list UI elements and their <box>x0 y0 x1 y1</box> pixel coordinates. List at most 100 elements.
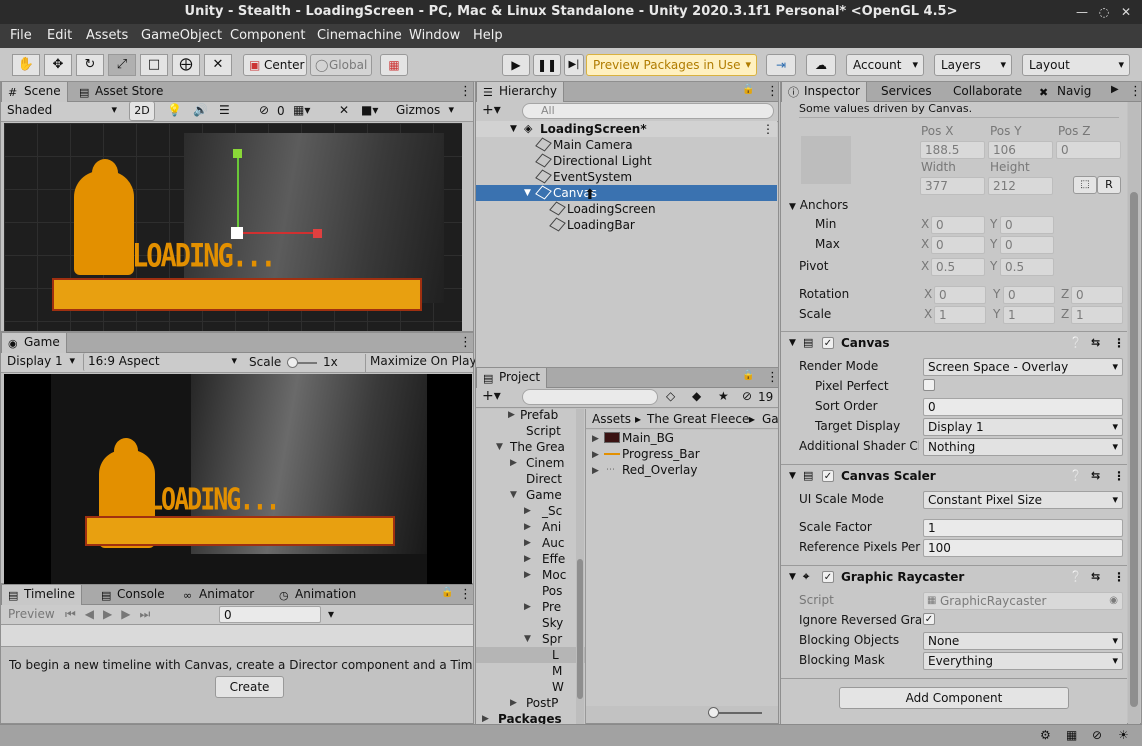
scene-row-menu-icon[interactable]: ⋮ <box>762 121 774 137</box>
ignore-reversed-checkbox[interactable]: ✓ <box>923 613 935 625</box>
folder-pos[interactable]: Pos <box>524 583 562 599</box>
reference-ppu-field[interactable]: 100 <box>923 539 1123 557</box>
breadcrumb-the-great-fleece[interactable]: The Great Fleece <box>647 409 749 428</box>
scale-slider-thumb[interactable] <box>287 357 298 368</box>
asset-red-overlay[interactable]: ▶ ⋯ Red_Overlay <box>592 462 697 478</box>
folder-cinem[interactable]: ▶ Cinem <box>510 455 564 471</box>
presets-icon[interactable]: ⇆ <box>1091 566 1100 588</box>
target-display-dropdown[interactable]: Display 1 <box>923 418 1123 436</box>
anchor-min-x-field[interactable]: 0 <box>931 216 985 234</box>
tab-console[interactable]: ▤ Console <box>95 585 171 605</box>
icon-size-slider-thumb[interactable] <box>708 707 719 718</box>
script-field[interactable]: ▦ GraphicRaycaster ◉ <box>923 592 1123 610</box>
canvas-scaler-enabled-checkbox[interactable]: ✓ <box>822 470 834 482</box>
lock-icon[interactable]: 🔒 <box>441 587 453 598</box>
folder-m[interactable]: M <box>552 663 562 679</box>
y-axis-cap[interactable] <box>233 149 242 158</box>
center-handle[interactable] <box>231 227 243 239</box>
rotation-z-field[interactable]: 0 <box>1071 286 1123 304</box>
sort-order-field[interactable]: 0 <box>923 398 1123 416</box>
canvas-scaler-header[interactable]: ▼ ▤ ✓ Canvas Scaler ❔ ⇆ ⋮ <box>781 464 1127 486</box>
close-icon[interactable]: ✕ <box>1114 0 1138 24</box>
folder-sc[interactable]: ▶ _Sc <box>524 503 562 519</box>
object-picker-icon[interactable]: ◉ <box>1109 593 1118 609</box>
tab-scene[interactable]: # Scene <box>1 82 68 102</box>
foldout-icon[interactable]: ▼ <box>789 465 796 487</box>
breadcrumb-assets[interactable]: Assets <box>592 409 631 428</box>
help-icon[interactable]: ❔ <box>1069 332 1083 354</box>
gizmos-dropdown[interactable]: Gizmos <box>392 102 458 120</box>
tab-collaborate[interactable]: Collaborate <box>931 82 1028 102</box>
create-button[interactable]: Create <box>215 676 284 698</box>
anchor-max-y-field[interactable]: 0 <box>1000 236 1054 254</box>
folder-prefab[interactable]: ▶ Prefab <box>508 409 558 423</box>
scene-menu-icon[interactable]: ⋮ <box>459 82 472 101</box>
tab-project[interactable]: ▤ Project <box>476 368 548 388</box>
transport-controls[interactable]: ⏮◀▶▶⏭ <box>65 607 159 622</box>
scale-x-field[interactable]: 1 <box>934 306 986 324</box>
restore-icon[interactable]: ◌ <box>1092 0 1116 24</box>
hierarchy-item-canvas[interactable]: ▼ Canvas <box>476 185 777 201</box>
pivot-x-field[interactable]: 0.5 <box>931 258 985 276</box>
auto-generate-lighting-icon[interactable]: ⊘ <box>1092 728 1102 742</box>
anchors-foldout[interactable]: ▼ Anchors <box>789 198 848 212</box>
layers-dropdown[interactable]: Layers <box>934 54 1012 76</box>
move-tool-icon[interactable]: ✥ <box>44 54 72 76</box>
create-add-icon[interactable]: +▾ <box>482 102 501 118</box>
folder-direct[interactable]: Direct <box>526 471 562 487</box>
hierarchy-search-input[interactable]: All <box>522 103 774 119</box>
search-by-type-icon[interactable]: ◇ <box>666 389 675 403</box>
hidden-packages-icon[interactable]: ⊘ <box>742 389 752 403</box>
hand-tool-icon[interactable]: ✋ <box>12 54 40 76</box>
pivot-global-button[interactable]: ◯ Global <box>310 54 372 76</box>
component-menu-icon[interactable]: ⋮ <box>1113 332 1125 354</box>
add-component-button[interactable]: Add Component <box>839 687 1069 709</box>
play-button[interactable]: ▶ <box>502 54 530 76</box>
hidden-objects-icon[interactable]: ⊘ <box>259 103 269 117</box>
x-axis-handle[interactable] <box>239 232 317 234</box>
collab-icon[interactable]: ⇥ <box>766 54 796 76</box>
custom-tool-icon[interactable]: ✕ <box>204 54 232 76</box>
scale-tool-icon[interactable]: ⤢ <box>108 54 136 76</box>
tab-inspector[interactable]: ⓘ Inspector <box>781 82 867 102</box>
folder-packages[interactable]: ▶ Packages <box>482 711 562 724</box>
folder-script[interactable]: Script <box>526 423 561 439</box>
anchor-max-x-field[interactable]: 0 <box>931 236 985 254</box>
grid-toggle-icon[interactable]: ▦▾ <box>293 103 310 117</box>
rotation-x-field[interactable]: 0 <box>934 286 986 304</box>
snap-grid-icon[interactable]: ▦ <box>380 54 408 76</box>
menu-edit[interactable]: Edit <box>47 28 72 43</box>
tab-animator[interactable]: ∞ Animator <box>177 585 260 605</box>
scene-row[interactable]: ▼ ◈ LoadingScreen* ⋮ <box>476 121 777 137</box>
foldout-icon[interactable]: ▼ <box>789 566 796 588</box>
camera-icon[interactable]: ■▾ <box>361 103 378 117</box>
timeline-dropdown-icon[interactable]: ▾ <box>328 607 334 621</box>
pos-y-field[interactable]: 106 <box>988 141 1053 159</box>
tab-timeline[interactable]: ▤ Timeline <box>1 585 83 605</box>
bug-icon[interactable]: ⚙ <box>1040 728 1051 742</box>
pivot-y-field[interactable]: 0.5 <box>1000 258 1054 276</box>
tab-game[interactable]: ◉ Game <box>1 333 67 353</box>
height-field[interactable]: 212 <box>988 177 1053 195</box>
foldout-icon[interactable]: ▼ <box>789 332 796 354</box>
scale-y-field[interactable]: 1 <box>1003 306 1055 324</box>
rotate-tool-icon[interactable]: ↻ <box>76 54 104 76</box>
pos-z-field[interactable]: 0 <box>1056 141 1121 159</box>
menu-component[interactable]: Component <box>230 28 305 43</box>
hierarchy-item-loadingscreen[interactable]: LoadingScreen <box>476 201 777 217</box>
scale-factor-field[interactable]: 1 <box>923 519 1123 537</box>
hierarchy-item-eventsystem[interactable]: EventSystem <box>476 169 777 185</box>
layout-dropdown[interactable]: Layout <box>1022 54 1130 76</box>
hierarchy-item-main-camera[interactable]: Main Camera <box>476 137 777 153</box>
graphic-raycaster-header[interactable]: ▼ ⌖ ✓ Graphic Raycaster ❔ ⇆ ⋮ <box>781 565 1127 587</box>
folder-pre[interactable]: ▶ Pre <box>524 599 561 615</box>
aspect-dropdown[interactable]: 16:9 Aspect <box>83 353 241 371</box>
presets-icon[interactable]: ⇆ <box>1091 465 1100 487</box>
folder-l[interactable]: L <box>476 647 585 663</box>
scale-z-field[interactable]: 1 <box>1071 306 1123 324</box>
inspector-scroll-thumb[interactable] <box>1130 192 1138 707</box>
menu-cinemachine[interactable]: Cinemachine <box>317 28 402 43</box>
menu-gameobject[interactable]: GameObject <box>141 28 222 43</box>
tab-animation[interactable]: ◷ Animation <box>273 585 362 605</box>
menu-file[interactable]: File <box>10 28 32 43</box>
